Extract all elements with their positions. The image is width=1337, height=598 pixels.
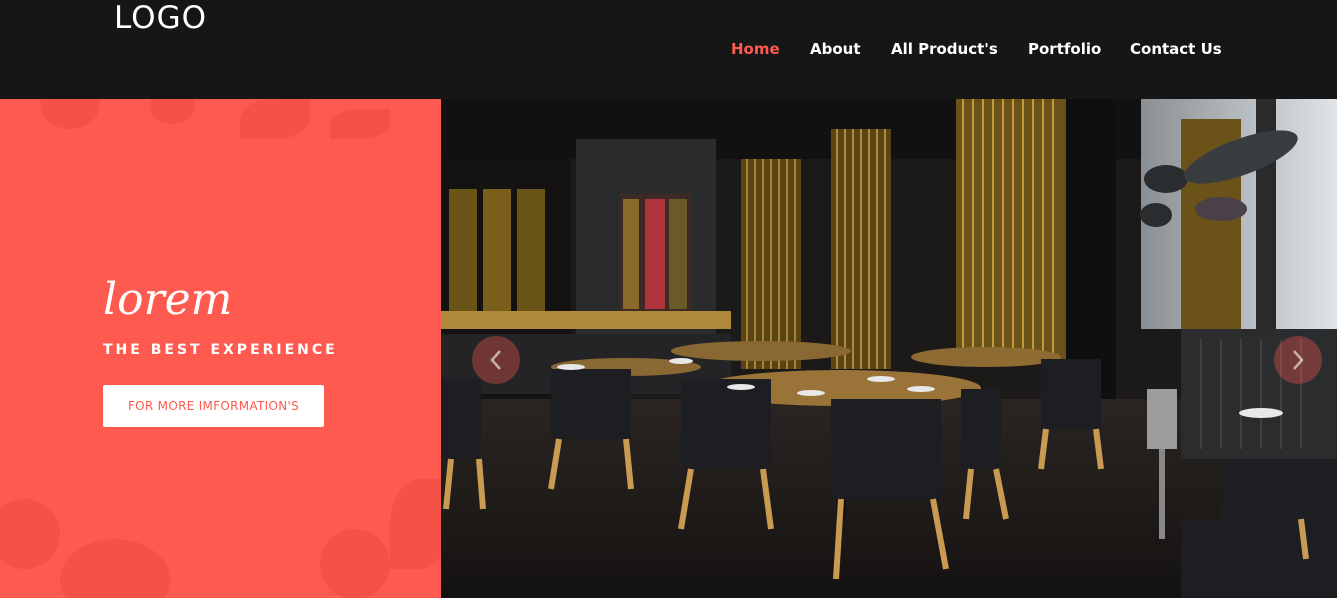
leaf-decoration: [390, 479, 441, 569]
site-header: LOGO Home About All Product's Portfolio …: [0, 0, 1337, 99]
logo[interactable]: LOGO: [114, 0, 207, 36]
chevron-left-icon: [490, 350, 501, 370]
slider-prev-button[interactable]: [472, 336, 520, 384]
fruit-decoration: [150, 99, 195, 124]
fruit-decoration: [0, 499, 60, 569]
restaurant-photo: [441, 99, 1337, 598]
fruit-decoration: [60, 539, 170, 598]
fruit-decoration: [320, 529, 390, 598]
leaf-decoration: [240, 99, 310, 139]
hero-image: [441, 99, 1337, 598]
main-nav: Home About All Product's Portfolio Conta…: [0, 38, 1337, 60]
leaf-decoration: [330, 109, 390, 139]
fruit-decoration: [40, 99, 100, 129]
hero-text-panel: lorem THE BEST EXPERIENCE FOR MORE IMFOR…: [0, 99, 441, 598]
nav-portfolio[interactable]: Portfolio: [1028, 38, 1101, 60]
more-info-button[interactable]: FOR MORE IMFORMATION'S: [103, 385, 324, 427]
nav-contact-us[interactable]: Contact Us: [1130, 38, 1222, 60]
nav-home[interactable]: Home: [731, 38, 780, 60]
hero-script-title: lorem: [103, 274, 233, 325]
nav-about[interactable]: About: [810, 38, 861, 60]
hero-tagline: THE BEST EXPERIENCE: [103, 342, 338, 358]
slider-next-button[interactable]: [1274, 336, 1322, 384]
chevron-right-icon: [1293, 350, 1304, 370]
nav-all-products[interactable]: All Product's: [891, 38, 998, 60]
